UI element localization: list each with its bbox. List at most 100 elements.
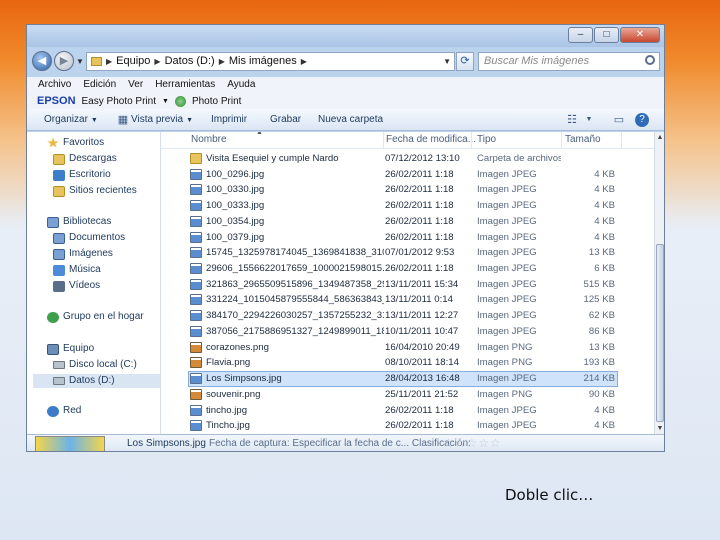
title-bar[interactable]: – □ ✕ [27,25,664,47]
breadcrumb-mis-imagenes[interactable]: Mis imágenes [229,53,297,70]
address-dropdown[interactable]: ▼ [443,53,451,70]
column-name[interactable]: Nombre [191,134,227,145]
nav-network[interactable]: Red [47,404,81,418]
nav-documents[interactable]: Documentos [53,231,125,245]
column-divider[interactable] [383,132,384,148]
chevron-down-icon[interactable]: ▼ [162,98,169,105]
file-row[interactable]: 384170_2294226030257_1357255232_3196...1… [161,308,654,324]
preview-button[interactable]: Vista previa ▼ [131,114,193,125]
scroll-down-icon[interactable]: ▼ [655,423,664,434]
nav-label: Red [63,405,82,416]
nav-images[interactable]: Imágenes [53,247,113,261]
menu-archivo[interactable]: Archivo [38,77,71,93]
nav-desktop[interactable]: Escritorio [53,168,111,182]
nav-local-disk[interactable]: Disco local (C:) [53,358,137,372]
file-type: Imagen JPEG [477,404,537,416]
file-row[interactable]: Los Simpsons.jpg 28/04/2013 16:48 Imagen J… [161,371,654,387]
file-type: Imagen JPEG [477,168,537,180]
breadcrumb-equipo[interactable]: Equipo [116,53,150,70]
menu-ayuda[interactable]: Ayuda [227,77,255,93]
file-row[interactable]: 15745_1325978174045_1369841838_31088...0… [161,245,654,261]
file-type: Imagen JPEG [477,231,537,243]
search-placeholder: Buscar Mis imágenes [484,55,590,67]
videos-icon [53,280,65,292]
downloads-icon [53,153,65,165]
scrollbar-thumb[interactable] [656,244,664,422]
file-name: souvenir.png [206,388,261,400]
maximize-button[interactable]: □ [594,27,619,43]
nav-recent[interactable]: Sitios recientes [53,184,137,198]
preview-pane-icon[interactable]: ▭ [612,113,626,127]
column-divider[interactable] [561,132,562,148]
file-row[interactable]: Flavia.png 08/10/2011 18:14 Imagen PNG 193 … [161,355,654,371]
file-row[interactable]: 321863_2965509515896_1349487358_2940...1… [161,277,654,293]
file-row[interactable]: 100_0354.jpg 26/02/2011 1:18 Imagen JPEG 4 … [161,214,654,230]
file-date: 25/11/2011 21:52 [385,388,459,400]
nav-favorites[interactable]: Favoritos [47,136,104,150]
nav-videos[interactable]: Vídeos [53,279,100,293]
file-row[interactable]: 100_0333.jpg 26/02/2011 1:18 Imagen JPEG 4 … [161,198,654,214]
view-options-icon[interactable]: ☷ [565,113,579,127]
chevron-right-icon[interactable]: ▶ [219,53,225,70]
chevron-down-icon[interactable]: ▼ [582,113,596,127]
jpeg-file-icon [190,404,202,416]
column-type[interactable]: Tipo [477,134,496,145]
new-folder-button[interactable]: Nueva carpeta [318,114,383,125]
easy-photo-print-button[interactable]: Easy Photo Print [82,96,156,107]
file-row[interactable]: 29606_1556622017659_1000021598015... 26/0… [161,261,654,277]
menu-ver[interactable]: Ver [128,77,143,93]
back-button[interactable]: ◀ [32,51,52,71]
nav-data-disk[interactable]: Datos (D:) [33,374,160,388]
file-type: Imagen JPEG [477,325,537,337]
refresh-button[interactable]: ⟳ [456,52,474,71]
vertical-scrollbar[interactable]: ▲ ▼ [654,132,664,434]
star-icon [47,137,59,148]
address-bar[interactable]: ▶ Equipo ▶ Datos (D:) ▶ Mis imágenes ▶ ▼ [86,52,455,71]
file-row[interactable]: souvenir.png 25/11/2011 21:52 Imagen PNG 90… [161,387,654,403]
file-row[interactable]: 100_0296.jpg 26/02/2011 1:18 Imagen JPEG 4 … [161,167,654,183]
column-date[interactable]: Fecha de modifica... [386,134,476,145]
file-row[interactable]: 331224_1015045879555844_586363843_1... 13… [161,292,654,308]
column-divider[interactable] [471,132,472,148]
column-divider[interactable] [621,132,622,148]
photo-print-button[interactable]: Photo Print [192,96,241,107]
help-icon[interactable]: ? [635,113,649,127]
file-row[interactable]: Tincho.jpg 26/02/2011 1:18 Imagen JPEG 4 KB [161,418,654,434]
file-row[interactable]: 100_0379.jpg 26/02/2011 1:18 Imagen JPEG 4 … [161,230,654,246]
nav-computer[interactable]: Equipo [47,342,94,356]
rating-stars[interactable]: ☆☆☆☆☆ [443,436,502,450]
chevron-right-icon[interactable]: ▶ [301,53,307,70]
breadcrumb-datos[interactable]: Datos (D:) [165,53,215,70]
file-row[interactable]: 100_0330.jpg 26/02/2011 1:18 Imagen JPEG 4 … [161,182,654,198]
file-row[interactable]: tincho.jpg 26/02/2011 1:18 Imagen JPEG 4 KB [161,403,654,419]
nav-downloads[interactable]: Descargas [53,152,117,166]
nav-label: Datos (D:) [69,375,115,386]
chevron-right-icon[interactable]: ▶ [106,53,112,70]
menu-edicion[interactable]: Edición [83,77,116,93]
print-button[interactable]: Imprimir [211,114,247,125]
chevron-right-icon[interactable]: ▶ [154,53,160,70]
forward-button[interactable]: ▶ [54,51,74,71]
file-date: 08/10/2011 18:14 [385,357,459,369]
jpeg-file-icon [190,215,202,227]
file-row[interactable]: corazones.png 16/04/2010 20:49 Imagen PNG 1… [161,340,654,356]
close-button[interactable]: ✕ [620,27,660,43]
organize-button[interactable]: Organizar ▼ [44,114,98,125]
recent-pages-dropdown[interactable]: ▼ [76,57,84,66]
search-input[interactable]: Buscar Mis imágenes [478,52,660,71]
burn-button[interactable]: Grabar [270,114,301,125]
nav-label: Escritorio [69,169,111,180]
nav-homegroup[interactable]: Grupo en el hogar [47,310,144,324]
minimize-button[interactable]: – [568,27,593,43]
nav-libraries[interactable]: Bibliotecas [47,215,111,229]
file-type: Imagen JPEG [477,420,537,432]
file-row[interactable]: 387056_2175886951327_1249899011_1888...1… [161,324,654,340]
file-date: 26/02/2011 1:18 [385,420,454,432]
file-thumbnail [35,436,105,451]
scroll-up-icon[interactable]: ▲ [655,132,664,143]
column-size[interactable]: Tamaño [565,134,601,145]
menu-herramientas[interactable]: Herramientas [155,77,215,93]
file-row[interactable]: Visita Esequiel y cumple Nardo 07/12/2012… [161,151,654,167]
file-size: 90 KB [588,388,615,400]
nav-music[interactable]: Música [53,263,101,277]
